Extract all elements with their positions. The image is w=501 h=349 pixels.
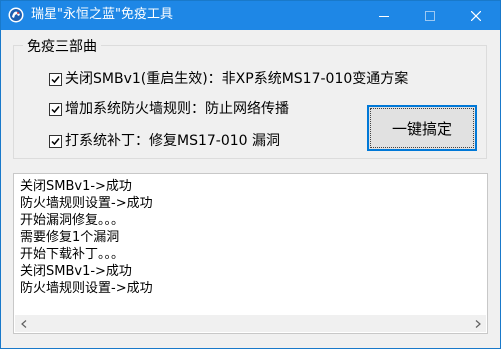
close-button[interactable] (453, 1, 499, 30)
maximize-icon (425, 10, 435, 21)
group-title: 免疫三部曲 (23, 39, 101, 55)
focus-rect (370, 108, 474, 148)
scroll-left-button[interactable] (15, 315, 32, 332)
app-logo-icon (8, 7, 24, 23)
log-line: 需要修复1个漏洞 (20, 230, 120, 245)
one-click-fix-button[interactable]: 一键搞定 (367, 105, 477, 151)
option-label: 关闭SMBv1(重启生效)：非XP系统MS17-010变通方案 (65, 71, 409, 87)
close-icon (471, 10, 481, 21)
option-firewall-rule[interactable]: 增加系统防火墙规则：防止网络传播 (49, 100, 289, 118)
checkbox-firewall-rule[interactable] (49, 102, 62, 116)
log-line: 防火墙规则设置->成功 (20, 281, 153, 296)
log-lines: 关闭SMBv1->成功 防火墙规则设置->成功 开始漏洞修复。。。 需要修复1个… (20, 178, 153, 297)
minimize-icon (379, 15, 389, 17)
option-label: 增加系统防火墙规则：防止网络传播 (65, 101, 289, 117)
checkbox-install-patch[interactable] (49, 134, 62, 148)
option-disable-smbv1[interactable]: 关闭SMBv1(重启生效)：非XP系统MS17-010变通方案 (49, 70, 408, 88)
log-line: 关闭SMBv1->成功 (20, 264, 132, 279)
option-install-patch[interactable]: 打系统补丁：修复MS17-010 漏洞 (49, 132, 280, 150)
log-output[interactable]: 关闭SMBv1->成功 防火墙规则设置->成功 开始漏洞修复。。。 需要修复1个… (13, 173, 488, 334)
chevron-left-icon (20, 319, 26, 328)
log-line: 关闭SMBv1->成功 (20, 179, 132, 194)
minimize-button[interactable] (361, 1, 407, 30)
log-line: 开始下载补丁。。。 (20, 247, 125, 262)
checkbox-disable-smbv1[interactable] (49, 72, 62, 86)
horizontal-scrollbar[interactable] (15, 315, 486, 332)
title-bar[interactable]: 瑞星"永恒之蓝"免疫工具 (1, 1, 500, 30)
chevron-right-icon (475, 319, 481, 328)
maximize-button[interactable] (407, 1, 453, 30)
app-window: 瑞星"永恒之蓝"免疫工具 免疫三部曲 关闭SMBv1(重启生效)：非XP系统MS… (0, 0, 501, 349)
option-label: 打系统补丁：修复MS17-010 漏洞 (65, 133, 281, 149)
log-line: 防火墙规则设置->成功 (20, 196, 153, 211)
log-line: 开始漏洞修复。。。 (20, 213, 125, 228)
scroll-right-button[interactable] (469, 315, 486, 332)
window-title: 瑞星"永恒之蓝"免疫工具 (31, 7, 173, 22)
